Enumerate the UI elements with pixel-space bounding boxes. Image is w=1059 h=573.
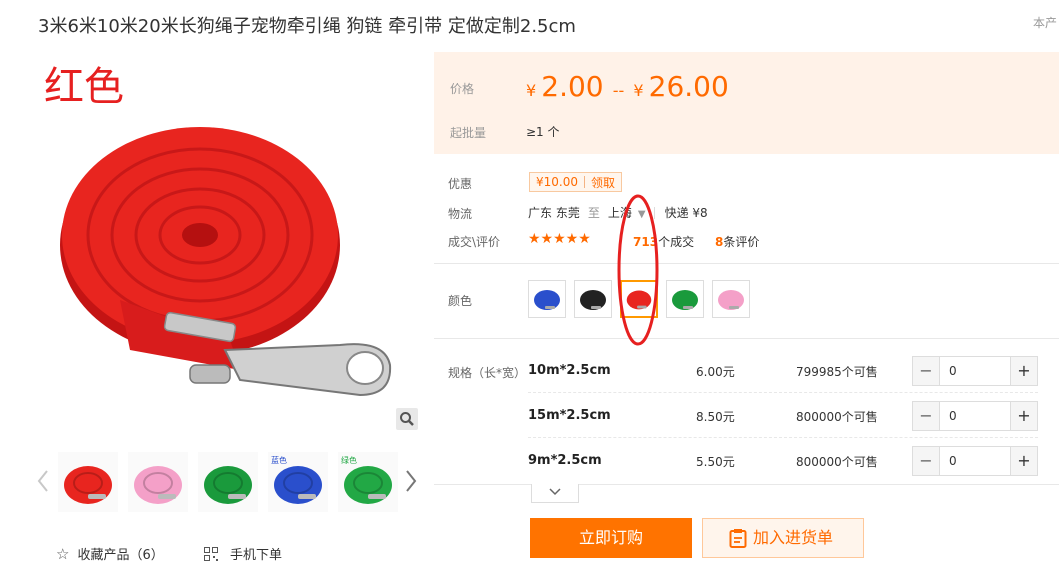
decrease-qty-button[interactable]: −	[913, 447, 940, 475]
spec-stock: 800000个可售	[796, 410, 878, 424]
divider	[434, 338, 1059, 339]
buy-now-button[interactable]: 立即订购	[530, 518, 692, 558]
color-swatch-pink[interactable]	[712, 280, 750, 318]
color-swatch-green[interactable]	[666, 280, 704, 318]
thumbnail-blue[interactable]: 蓝色	[268, 452, 328, 512]
spec-label: 规格（长*宽）	[448, 366, 527, 380]
spec-price: 6.00元	[696, 365, 735, 379]
expand-specs-button[interactable]	[531, 484, 579, 503]
color-caption: 红色	[44, 64, 124, 110]
thumbnail-caption: 绿色	[341, 456, 357, 465]
color-swatch-blue[interactable]	[528, 280, 566, 318]
annotation-circle	[617, 194, 659, 346]
moq-value: ≥1 个	[526, 125, 560, 139]
price-low: 2.00	[541, 70, 604, 103]
add-to-cart-button[interactable]: 加入进货单	[702, 518, 864, 558]
trade-label: 成交\评价	[448, 235, 501, 249]
spec-stock: 800000个可售	[796, 455, 878, 469]
increase-qty-button[interactable]: +	[1010, 447, 1037, 475]
price-label: 价格	[450, 82, 475, 96]
spec-price: 5.50元	[696, 455, 735, 469]
price-high: 26.00	[648, 70, 729, 103]
spec-size: 9m*2.5cm	[528, 453, 602, 468]
increase-qty-button[interactable]: +	[1010, 357, 1037, 385]
review-count[interactable]: 8条评价	[715, 233, 759, 250]
decrease-qty-button[interactable]: −	[913, 402, 940, 430]
thumbnail-green[interactable]: 绿色	[338, 452, 398, 512]
quantity-stepper: −0 +	[912, 446, 1038, 476]
spec-price: 8.50元	[696, 410, 735, 424]
ship-method: 快递 ¥8	[664, 206, 708, 220]
product-title: 3米6米10米20米长狗绳子宠物牵引绳 狗链 牵引带 定做定制2.5cm	[38, 16, 576, 37]
color-label: 颜色	[448, 294, 473, 308]
spec-row: 9m*2.5cm 5.50元 800000个可售 −0 +	[528, 439, 1038, 483]
thumbnail-next-icon[interactable]	[404, 468, 418, 494]
quantity-stepper: −0 +	[912, 401, 1038, 431]
quantity-input[interactable]: 0	[949, 364, 957, 378]
zoom-icon[interactable]	[396, 408, 418, 430]
rating-stars: ★★★★★	[528, 231, 591, 247]
coupon-claim: 领取	[591, 175, 616, 190]
favorite-product[interactable]: ☆ 收藏产品（6）	[56, 544, 164, 563]
corner-note: 本产	[1033, 16, 1058, 30]
main-product-image[interactable]: 红色	[40, 50, 420, 430]
quantity-input[interactable]: 0	[949, 409, 957, 423]
chevron-down-icon	[549, 488, 561, 496]
add-to-cart-label: 加入进货单	[753, 528, 834, 547]
mobile-order[interactable]: 手机下单	[204, 544, 282, 563]
coupon-button[interactable]: ¥10.00 领取	[529, 172, 623, 192]
increase-qty-button[interactable]: +	[1010, 402, 1037, 430]
favorite-label: 收藏产品（6）	[77, 548, 164, 563]
logistics-label: 物流	[448, 207, 473, 221]
color-swatch-black[interactable]	[574, 280, 612, 318]
ship-from: 广东 东莞	[528, 206, 580, 220]
thumbnail-red[interactable]	[58, 452, 118, 512]
quantity-stepper: −0 +	[912, 356, 1038, 386]
thumbnail-prev-icon[interactable]	[36, 468, 50, 494]
coupon-amount: ¥10.00	[536, 175, 578, 189]
star-outline-icon: ☆	[56, 545, 70, 563]
divider	[434, 263, 1059, 264]
spec-size: 10m*2.5cm	[528, 363, 611, 378]
spec-stock: 799985个可售	[796, 365, 878, 379]
spec-size: 15m*2.5cm	[528, 408, 611, 423]
divider	[434, 484, 1059, 485]
promo-label: 优惠	[448, 177, 473, 191]
spec-row: 15m*2.5cm 8.50元 800000个可售 −0 +	[528, 394, 1038, 438]
price-box: 价格 ¥ 2.00 -- ¥ 26.00 起批量 ≥1 个	[434, 52, 1059, 154]
thumbnail-green[interactable]	[198, 452, 258, 512]
thumbnail-pink[interactable]	[128, 452, 188, 512]
qr-code-icon	[204, 547, 218, 561]
mobile-label: 手机下单	[230, 548, 283, 563]
price-range: ¥ 2.00 -- ¥ 26.00	[526, 70, 729, 103]
clipboard-icon	[729, 529, 747, 548]
thumbnail-caption: 蓝色	[271, 456, 287, 465]
decrease-qty-button[interactable]: −	[913, 357, 940, 385]
moq-label: 起批量	[450, 126, 487, 140]
quantity-input[interactable]: 0	[949, 454, 957, 468]
spec-row: 10m*2.5cm 6.00元 799985个可售 −0 +	[528, 349, 1038, 393]
